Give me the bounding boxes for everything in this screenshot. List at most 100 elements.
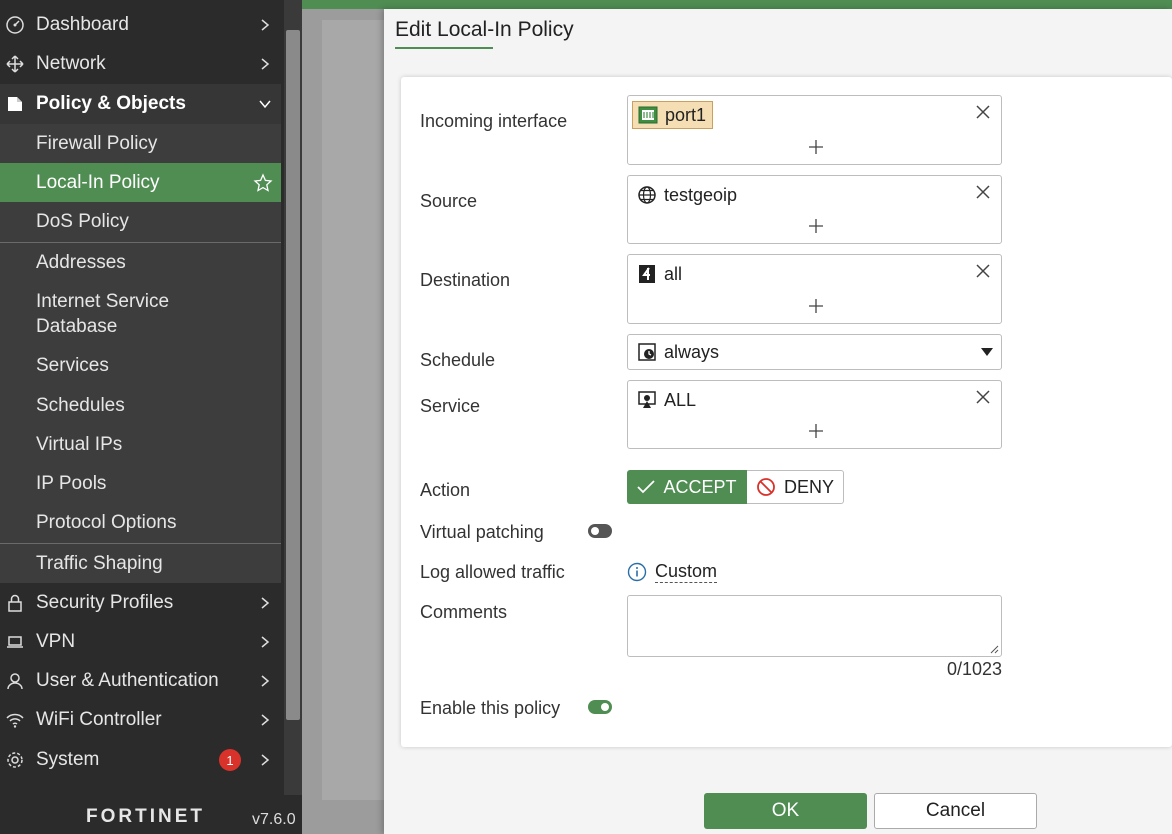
sidebar-item-protocol-options[interactable]: Protocol Options [0, 503, 281, 543]
sidebar-item-internet-service-database[interactable]: Internet Service Database [0, 282, 281, 346]
sidebar-item-label: Traffic Shaping [36, 552, 163, 574]
add-icon[interactable] [809, 299, 823, 313]
sidebar-item-wifi-controller[interactable]: WiFi Controller [0, 701, 281, 739]
virtual-patching-toggle[interactable] [588, 524, 612, 538]
sidebar-item-label: IP Pools [36, 472, 107, 494]
sidebar-item-ip-pools[interactable]: IP Pools [0, 464, 281, 503]
add-icon[interactable] [809, 424, 823, 438]
source-label: Source [420, 191, 478, 211]
dashboard-icon [3, 13, 27, 37]
cancel-button[interactable]: Cancel [874, 793, 1037, 829]
sidebar-scrollbar[interactable] [284, 0, 302, 795]
laptop-icon [3, 630, 27, 654]
source-value: testgeoip [664, 184, 738, 205]
sidebar-item-traffic-shaping[interactable]: Traffic Shaping [0, 544, 281, 583]
chevron-right-icon [261, 19, 270, 31]
sidebar-item-label: Virtual IPs [36, 433, 123, 455]
sidebar-item-label: Local-In Policy [36, 171, 160, 193]
log-allowed-traffic-setting: Custom [627, 561, 718, 583]
service-field[interactable]: ALL [627, 380, 1002, 449]
sidebar-item-label: System [36, 749, 100, 770]
sidebar-item-system[interactable]: System 1 [0, 741, 281, 779]
enable-policy-toggle[interactable] [588, 700, 612, 714]
sidebar-item-label: Network [36, 53, 106, 74]
version-label: v7.6.0 [252, 811, 296, 828]
sidebar-item-label: Dashboard [36, 14, 129, 35]
custom-link[interactable]: Custom [655, 561, 718, 583]
sidebar-item-label: Services [36, 355, 109, 376]
accept-label: ACCEPT [663, 476, 737, 497]
port-icon [637, 104, 659, 126]
close-icon[interactable] [975, 184, 991, 200]
schedule-dropdown[interactable]: always [627, 334, 1002, 370]
top-bar [302, 0, 1172, 9]
deny-icon [757, 478, 775, 496]
close-icon[interactable] [975, 263, 991, 279]
sidebar-item-virtual-ips[interactable]: Virtual IPs [0, 425, 281, 464]
deny-button[interactable]: DENY [747, 470, 844, 504]
sidebar-item-label: Protocol Options [36, 512, 177, 533]
sidebar-item-local-in-policy[interactable]: Local-In Policy [0, 163, 281, 202]
comments-textarea[interactable] [627, 595, 1002, 657]
enable-policy-label: Enable this policy [420, 698, 561, 718]
policy-form: Incoming interface port1 Source testgeoi… [401, 77, 1172, 747]
sidebar-item-label: WiFi Controller [36, 709, 162, 730]
add-icon[interactable] [809, 140, 823, 154]
sidebar-item-user-authentication[interactable]: User & Authentication [0, 662, 281, 700]
incoming-interface-field[interactable]: port1 [627, 95, 1002, 165]
schedule-value: always [664, 341, 720, 362]
scrollbar-thumb[interactable] [286, 30, 300, 720]
sidebar-item-label: Schedules [36, 394, 125, 416]
star-icon[interactable] [253, 172, 273, 193]
comments-counter: 0/1023 [946, 659, 1002, 679]
info-icon [627, 562, 647, 582]
resize-handle-icon[interactable] [990, 645, 999, 654]
source-chip[interactable]: testgeoip [636, 181, 737, 209]
chevron-right-icon [261, 675, 270, 687]
comments-label: Comments [420, 602, 508, 622]
sidebar-item-dashboard[interactable]: Dashboard [0, 6, 281, 44]
sidebar-item-schedules[interactable]: Schedules [0, 386, 281, 425]
sidebar-item-security-profiles[interactable]: Security Profiles [0, 584, 281, 622]
sidebar-item-addresses[interactable]: Addresses [0, 243, 281, 282]
action-toggle-group: ACCEPT DENY [627, 470, 844, 504]
check-icon [637, 480, 656, 494]
accept-button[interactable]: ACCEPT [627, 470, 747, 504]
sidebar-item-label: User & Authentication [36, 670, 219, 691]
service-chip[interactable]: ALL [636, 386, 696, 414]
sidebar-item-label: Firewall Policy [36, 132, 158, 154]
edit-policy-dialog: Edit Local-In Policy Incoming interface … [384, 9, 1172, 834]
lock-icon [3, 591, 27, 615]
ok-button[interactable]: OK [704, 793, 867, 829]
policy-icon [3, 92, 27, 116]
chevron-right-icon [261, 714, 270, 726]
sidebar-item-label: Internet Service Database [36, 291, 170, 337]
dropdown-caret-icon [981, 348, 993, 356]
sidebar-item-services[interactable]: Services [0, 346, 281, 386]
sidebar-item-label: DoS Policy [36, 211, 129, 232]
notification-badge: 1 [219, 749, 241, 771]
action-label: Action [420, 480, 471, 500]
virtual-patching-label: Virtual patching [420, 522, 544, 542]
sidebar-item-dos-policy[interactable]: DoS Policy [0, 202, 281, 242]
log-allowed-traffic-label: Log allowed traffic [420, 562, 565, 582]
interface-chip[interactable]: port1 [632, 101, 714, 129]
title-underline [395, 47, 493, 49]
close-icon[interactable] [975, 104, 991, 120]
toggle-knob [601, 703, 609, 711]
incoming-interface-label: Incoming interface [420, 111, 568, 131]
sidebar-item-firewall-policy[interactable]: Firewall Policy [0, 124, 281, 163]
close-icon[interactable] [975, 389, 991, 405]
sidebar-item-vpn[interactable]: VPN [0, 623, 281, 661]
destination-field[interactable]: all [627, 254, 1002, 324]
add-icon[interactable] [809, 219, 823, 233]
address-icon [636, 263, 658, 285]
sidebar-item-policy-objects[interactable]: Policy & Objects [0, 84, 281, 124]
chevron-right-icon [261, 754, 270, 766]
gear-icon [3, 748, 27, 772]
interface-value: port1 [665, 104, 707, 125]
source-field[interactable]: testgeoip [627, 175, 1002, 244]
destination-chip[interactable]: all [636, 260, 682, 288]
chevron-right-icon [261, 597, 270, 609]
sidebar-item-network[interactable]: Network [0, 45, 281, 83]
